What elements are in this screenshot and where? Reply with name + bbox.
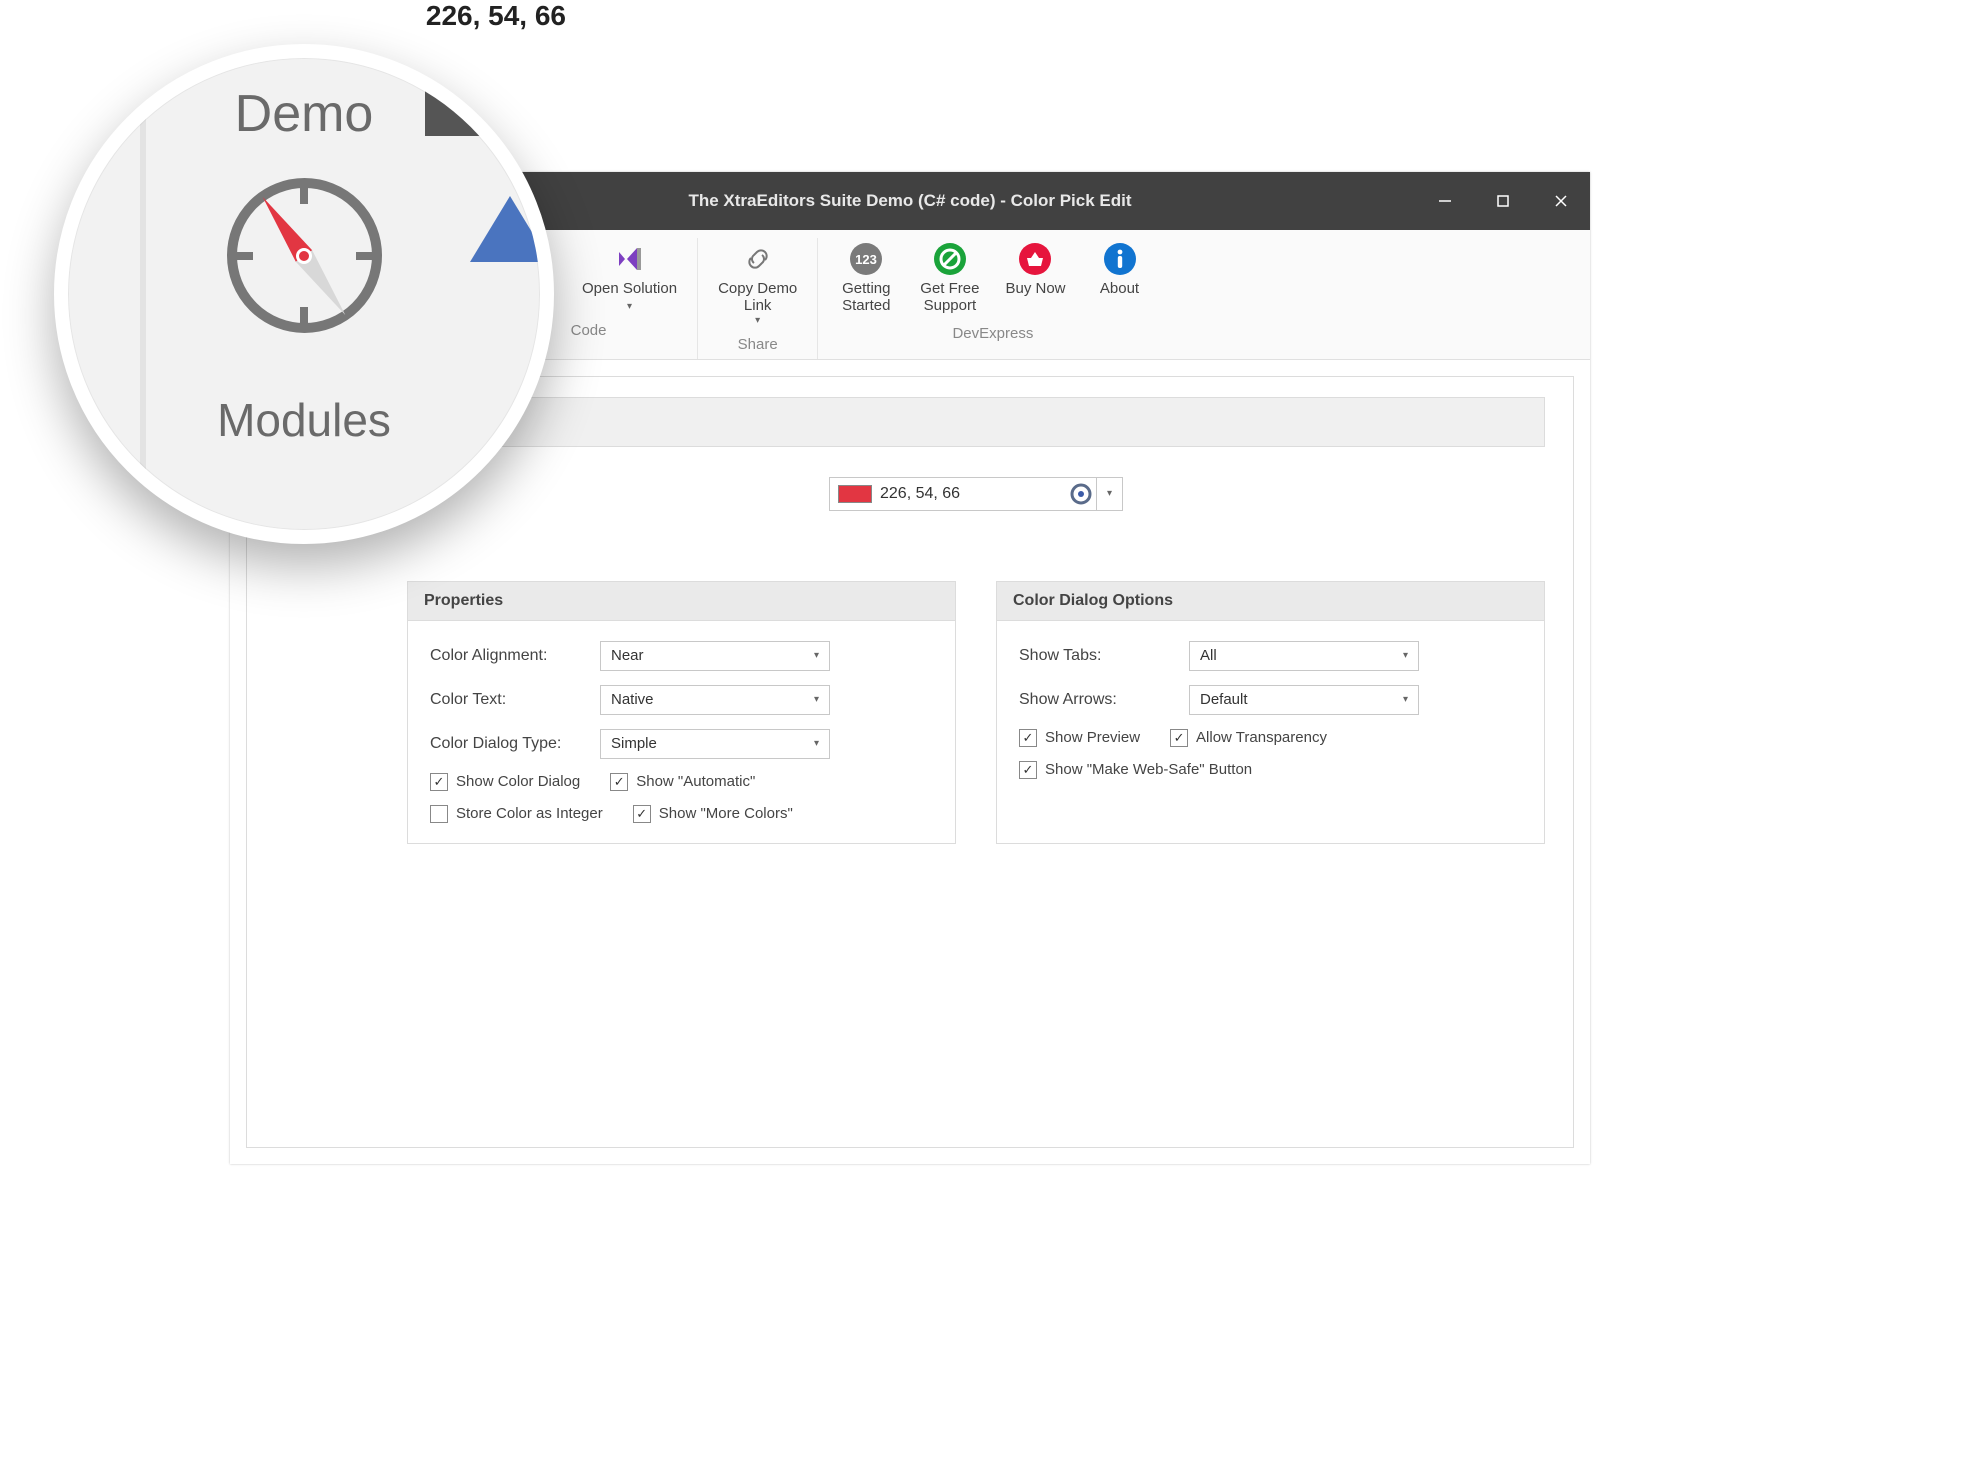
color-dropdown-button[interactable]: ▾ [1097, 477, 1123, 511]
ribbon-copy-demo-link[interactable]: Copy Demo Link ▾ [716, 238, 799, 330]
visual-studio-icon [613, 242, 647, 276]
dialog-options-title: Color Dialog Options [997, 582, 1544, 621]
show-arrows-select[interactable]: Default▾ [1189, 685, 1419, 715]
color-text-label: Color Text: [430, 691, 590, 709]
ribbon-buy-now[interactable]: Buy Now [1003, 238, 1067, 319]
magnifier-rgb-label: 226, 54, 66 [426, 0, 566, 32]
document-icon [511, 242, 545, 276]
ribbon-group-code: w Code Open Solution ▾ Code [480, 238, 698, 359]
window-controls [1416, 172, 1590, 230]
basket-icon [1018, 242, 1052, 276]
color-text-select[interactable]: Native▾ [600, 685, 830, 715]
window-title: The XtraEditors Suite Demo (C# code) - C… [688, 191, 1131, 211]
show-preview-check[interactable]: ✓Show Preview [1019, 729, 1140, 747]
ribbon: w Code Open Solution ▾ Code Copy Demo Li… [230, 230, 1590, 360]
dialog-options-panel: Color Dialog Options Show Tabs: All▾ Sho… [996, 581, 1545, 844]
chevron-down-icon: ▾ [627, 301, 632, 312]
color-pick-edit[interactable]: 226, 54, 66 [829, 477, 1097, 511]
color-value-text: 226, 54, 66 [880, 485, 1066, 503]
chevron-down-icon: ▾ [755, 315, 760, 326]
content-border: 226, 54, 66 ▾ Properties Color Alignment… [246, 376, 1574, 1149]
ribbon-get-support[interactable]: Get Free Support [918, 238, 981, 319]
client-area: 226, 54, 66 ▾ Properties Color Alignment… [230, 360, 1590, 1165]
link-icon [741, 242, 775, 276]
color-dialog-type-label: Color Dialog Type: [430, 735, 590, 753]
color-alignment-select[interactable]: Near▾ [600, 641, 830, 671]
support-icon [933, 242, 967, 276]
ribbon-show-code[interactable]: w Code [498, 238, 558, 316]
color-edit-row: 226, 54, 66 ▾ [407, 477, 1545, 511]
title-bar: The XtraEditors Suite Demo (C# code) - C… [230, 172, 1590, 230]
ribbon-group-share: Copy Demo Link ▾ Share [698, 238, 818, 359]
chevron-down-icon: ▾ [814, 650, 819, 661]
ribbon-group-devexpress: 123 Getting Started Get Free Support Buy… [818, 238, 1167, 359]
minimize-button[interactable] [1416, 172, 1474, 230]
chevron-down-icon: ▾ [1403, 694, 1408, 705]
show-color-dialog-check[interactable]: ✓Show Color Dialog [430, 773, 580, 791]
ribbon-getting-started[interactable]: 123 Getting Started [836, 238, 896, 319]
show-websafe-check[interactable]: ✓Show "Make Web-Safe" Button [1019, 761, 1252, 779]
ribbon-open-solution[interactable]: Open Solution ▾ [580, 238, 679, 316]
show-tabs-label: Show Tabs: [1019, 647, 1179, 665]
maximize-button[interactable] [1474, 172, 1532, 230]
ribbon-about[interactable]: About [1090, 238, 1150, 319]
numbers-icon: 123 [849, 242, 883, 276]
color-dialog-type-select[interactable]: Simple▾ [600, 729, 830, 759]
store-color-integer-check[interactable]: Store Color as Integer [430, 805, 603, 823]
info-icon [1103, 242, 1137, 276]
magnifier-demo-text: Demo [235, 84, 374, 144]
show-arrows-label: Show Arrows: [1019, 691, 1179, 709]
close-button[interactable] [1532, 172, 1590, 230]
allow-transparency-check[interactable]: ✓Allow Transparency [1170, 729, 1327, 747]
properties-title: Properties [408, 582, 955, 621]
color-swatch [838, 485, 872, 503]
svg-text:123: 123 [855, 252, 877, 267]
color-alignment-label: Color Alignment: [430, 647, 590, 665]
app-window: The XtraEditors Suite Demo (C# code) - C… [230, 172, 1590, 1164]
chevron-down-icon: ▾ [814, 694, 819, 705]
show-tabs-select[interactable]: All▾ [1189, 641, 1419, 671]
option-panels: Properties Color Alignment: Near▾ Color … [407, 581, 1545, 844]
swatch-panel [407, 397, 1545, 447]
chevron-down-icon: ▾ [814, 738, 819, 749]
show-more-colors-check[interactable]: ✓Show "More Colors" [633, 805, 793, 823]
eyedropper-icon[interactable] [1066, 483, 1096, 505]
properties-panel: Properties Color Alignment: Near▾ Color … [407, 581, 956, 844]
show-automatic-check[interactable]: ✓Show "Automatic" [610, 773, 755, 791]
chevron-down-icon: ▾ [1403, 650, 1408, 661]
